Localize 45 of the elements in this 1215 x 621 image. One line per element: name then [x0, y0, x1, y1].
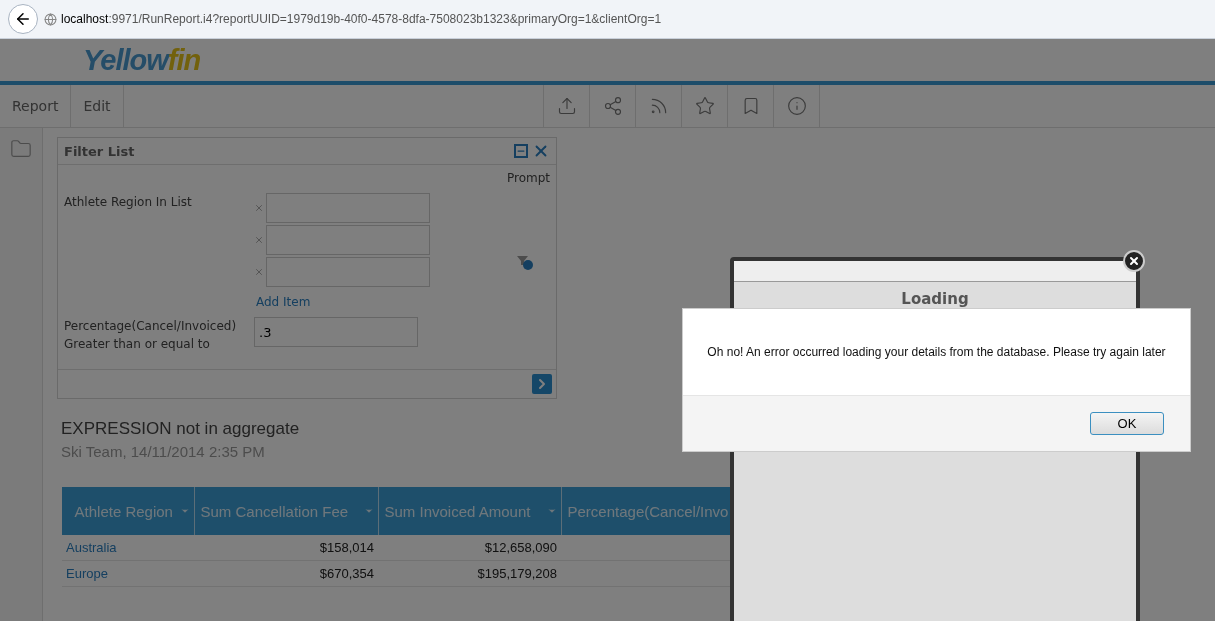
report-title: EXPRESSION not in aggregate — [61, 419, 300, 439]
prompt-label: Prompt — [505, 171, 550, 185]
close-icon — [1128, 255, 1140, 267]
menu-item[interactable]: Report — [0, 85, 72, 127]
dialog-title: Loading — [901, 290, 969, 308]
minimize-button[interactable] — [514, 144, 528, 158]
folder-icon[interactable] — [10, 138, 32, 160]
table-cell: $158,014 — [194, 535, 378, 561]
filter-label: Athlete Region In List — [64, 194, 193, 211]
prompt-icon[interactable] — [516, 253, 534, 271]
back-button[interactable] — [8, 4, 38, 34]
sort-icon[interactable] — [546, 506, 557, 516]
column-header[interactable]: Percentage(Cancel/Invo — [561, 487, 733, 535]
star-icon — [694, 96, 715, 116]
remove-icon[interactable] — [254, 235, 264, 245]
error-message: Oh no! An error occurred loading your details from the database. Please try again later — [707, 345, 1166, 359]
sort-icon[interactable] — [363, 506, 374, 516]
input-field[interactable] — [266, 193, 430, 223]
region-link[interactable]: Australia — [62, 535, 194, 561]
filter-label: Percentage(Cancel/Invoiced) Greater than or equal to — [64, 318, 238, 353]
region-link[interactable]: Europe — [62, 560, 194, 587]
column-header[interactable]: Athlete Region — [62, 487, 194, 535]
menu-item[interactable]: Edit — [71, 85, 124, 127]
input-field[interactable] — [266, 225, 430, 255]
close-button[interactable] — [1123, 250, 1145, 272]
info-icon — [786, 96, 807, 116]
globe-icon — [44, 12, 57, 26]
input-field[interactable]: .3 — [254, 317, 418, 347]
back-icon — [14, 10, 32, 28]
input-field[interactable] — [266, 257, 430, 287]
share-icon — [602, 96, 623, 116]
panel-title: Filter List — [64, 143, 136, 159]
run-button[interactable] — [532, 374, 552, 394]
table-cell: $12,658,090 — [378, 535, 561, 561]
table-cell: $195,179,208 — [378, 560, 561, 587]
remove-icon[interactable] — [254, 203, 264, 213]
column-header[interactable]: Sum Invoiced Amount — [378, 487, 561, 535]
ok-button[interactable]: OK — [1090, 412, 1164, 435]
logo: Yellowfin — [83, 43, 201, 77]
sort-icon[interactable] — [179, 506, 190, 516]
remove-icon[interactable] — [254, 267, 264, 277]
add-item-link[interactable]: Add Item — [256, 295, 430, 309]
table-cell: $670,354 — [194, 560, 378, 587]
column-header[interactable]: Sum Cancellation Fee — [194, 487, 378, 535]
upload-icon — [556, 96, 577, 116]
